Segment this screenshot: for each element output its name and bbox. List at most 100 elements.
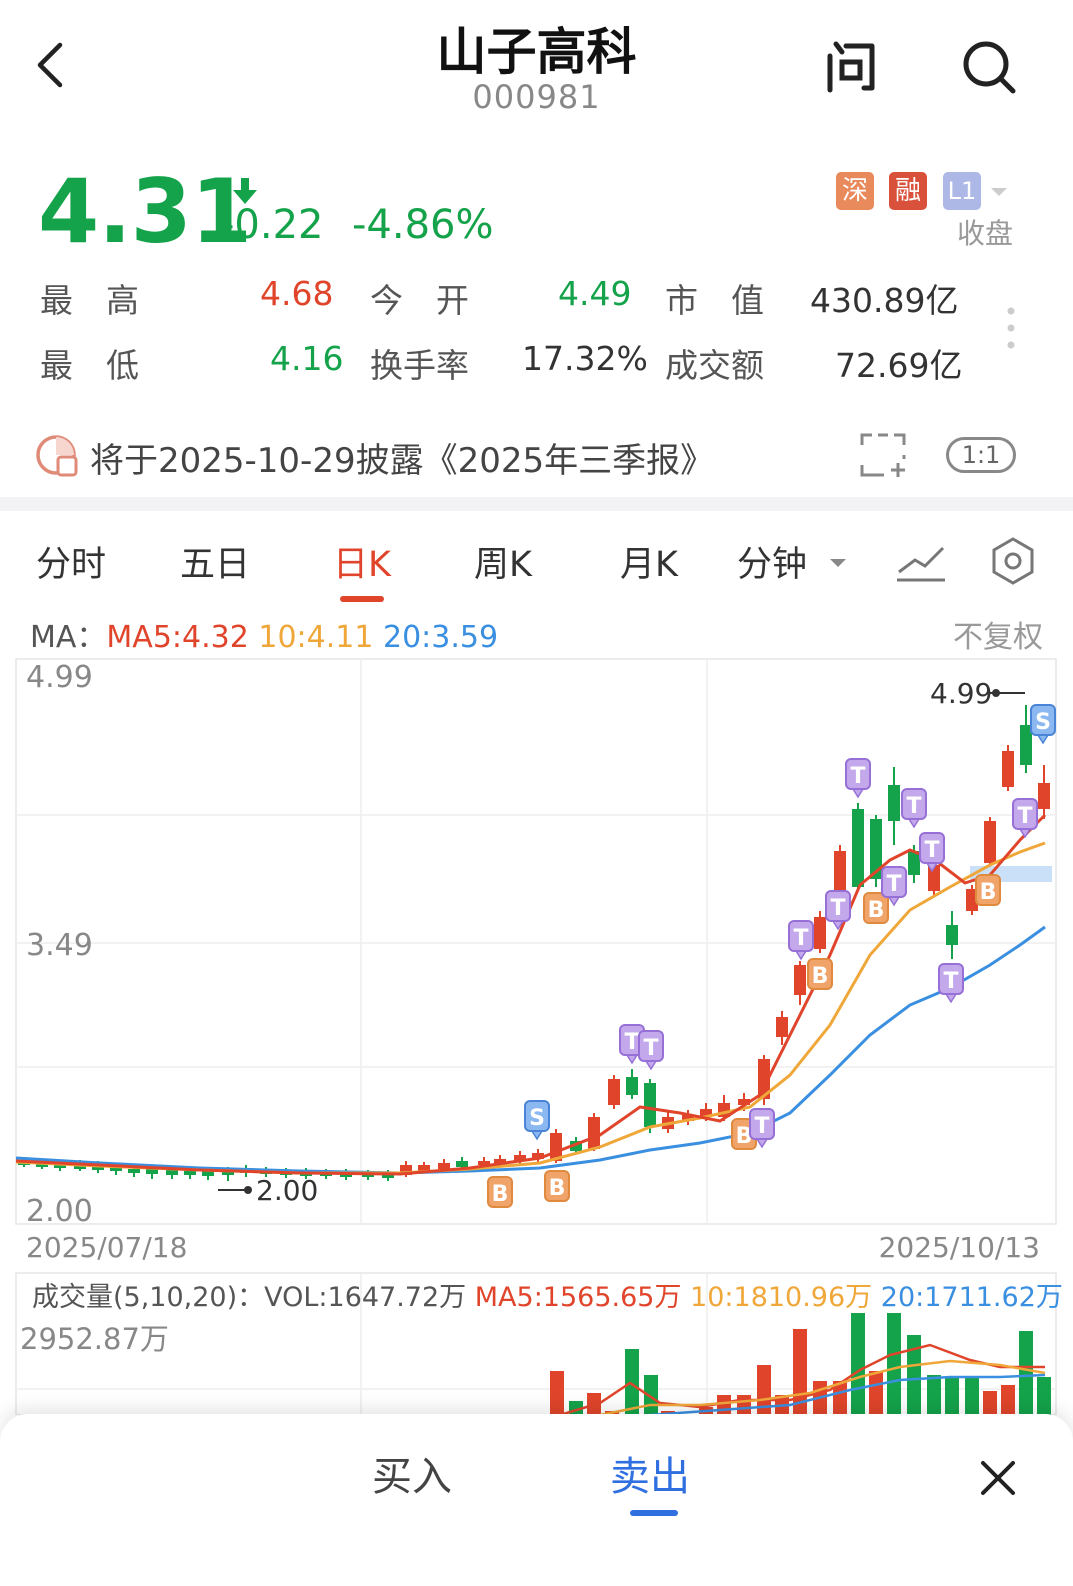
chart-tabs: 分时 五日 日K 周K 月K 分钟 bbox=[0, 520, 1073, 610]
trade-sheet: 买入 卖出 bbox=[0, 1414, 1073, 1586]
candle-body bbox=[166, 1170, 178, 1175]
section-divider bbox=[0, 497, 1073, 511]
more-dots-icon[interactable] bbox=[1004, 305, 1018, 351]
signal-label: T bbox=[643, 1036, 658, 1061]
signal-label: B bbox=[549, 1176, 566, 1201]
signal-label: B bbox=[812, 964, 829, 989]
mcap-label: 市 值 bbox=[665, 281, 764, 320]
high-label: 最 高 bbox=[40, 281, 139, 320]
volume-label: 成交量(5,10,20)： bbox=[32, 1282, 265, 1313]
candle-body bbox=[456, 1161, 468, 1167]
tab-monthly-k[interactable]: 月K bbox=[620, 536, 678, 587]
signal-label: S bbox=[529, 1106, 545, 1131]
turnover-value: 17.32% bbox=[522, 339, 648, 378]
ma-legend: MA：MA5:4.32 10:4.11 20:3.59 bbox=[30, 612, 498, 656]
ma10-value: 10:4.11 bbox=[258, 620, 374, 655]
exchange-badge[interactable]: 深 bbox=[836, 172, 874, 210]
earnings-notice[interactable]: 将于2025-10-29披露《2025年三季报》 1:1 bbox=[0, 415, 1073, 495]
volume-bar bbox=[945, 1377, 959, 1415]
candle-body bbox=[438, 1163, 450, 1169]
candle-body bbox=[608, 1079, 620, 1105]
tab-daily-k[interactable]: 日K bbox=[333, 536, 391, 587]
sell-tab[interactable]: 卖出 bbox=[610, 1444, 690, 1502]
open-label: 今 开 bbox=[370, 281, 469, 320]
tab-minute[interactable]: 分钟 bbox=[737, 536, 807, 587]
candle-body bbox=[888, 785, 900, 821]
report-icon bbox=[36, 435, 78, 477]
signal-label: T bbox=[924, 838, 939, 863]
candle-body bbox=[128, 1169, 140, 1173]
signal-label: T bbox=[850, 764, 865, 789]
signal-marker: T bbox=[1012, 798, 1038, 839]
volume-legend: 成交量(5,10,20)：VOL:1647.72万 MA5:1565.65万 1… bbox=[32, 1275, 1063, 1314]
ma20-value: 20:3.59 bbox=[382, 620, 499, 655]
signal-pointer bbox=[907, 818, 921, 829]
candle-body bbox=[814, 917, 826, 949]
volume-bar bbox=[851, 1313, 865, 1415]
chevron-down-icon[interactable] bbox=[988, 184, 1010, 200]
price-frame bbox=[15, 658, 1057, 1225]
ma20-line bbox=[15, 925, 1046, 1175]
tab-intraday[interactable]: 分时 bbox=[36, 536, 106, 587]
signal-marker: T bbox=[845, 758, 871, 799]
tab-weekly-k[interactable]: 周K bbox=[474, 536, 532, 587]
signal-label: T bbox=[1017, 804, 1032, 829]
candle-body bbox=[946, 925, 958, 945]
header: 山子高科 000981 bbox=[0, 0, 1073, 130]
signal-pointer bbox=[625, 1054, 639, 1065]
volume-bar bbox=[965, 1377, 979, 1415]
max-marker: 4.99 bbox=[930, 677, 992, 710]
tab-five-day[interactable]: 五日 bbox=[180, 536, 250, 587]
drawing-tool-icon[interactable] bbox=[895, 540, 947, 584]
sell-tab-indicator bbox=[630, 1510, 678, 1516]
ask-icon[interactable] bbox=[822, 38, 880, 96]
volume-bar bbox=[625, 1349, 639, 1415]
settings-icon[interactable] bbox=[988, 536, 1038, 586]
screenshot-icon[interactable] bbox=[858, 431, 908, 479]
volume-bar bbox=[1037, 1377, 1051, 1415]
amount-label: 成交额 bbox=[665, 346, 764, 385]
vol-ma20-value: 20:1711.62万 bbox=[880, 1282, 1063, 1313]
margin-badge[interactable]: 融 bbox=[889, 172, 927, 210]
close-icon[interactable] bbox=[978, 1458, 1018, 1498]
adjust-toggle[interactable]: 不复权 bbox=[953, 612, 1043, 656]
signal-marker: T bbox=[638, 1030, 664, 1071]
stock-name: 山子高科 bbox=[436, 23, 637, 81]
trade-signals: B BST TB TTBTTBTTTTBTS bbox=[487, 704, 1056, 1208]
signal-marker: T bbox=[788, 920, 814, 961]
signal-label: S bbox=[1035, 710, 1051, 735]
signal-pointer bbox=[944, 993, 958, 1004]
signal-marker: B bbox=[863, 892, 889, 924]
candle-body bbox=[794, 965, 806, 995]
market-status: 收盘 bbox=[956, 217, 1013, 250]
volume-bar bbox=[1001, 1385, 1015, 1415]
candle-body bbox=[1002, 751, 1014, 787]
signal-pointer bbox=[794, 950, 808, 961]
search-icon[interactable] bbox=[960, 38, 1018, 96]
volume-bar bbox=[983, 1391, 997, 1415]
price-change: -0.22 bbox=[220, 202, 324, 248]
candle-body bbox=[776, 1017, 788, 1037]
min-marker-dot bbox=[244, 1186, 252, 1194]
ratio-toggle[interactable]: 1:1 bbox=[946, 437, 1016, 473]
date-end-label: 2025/10/13 bbox=[879, 1231, 1040, 1264]
mcap-value: 430.89亿 bbox=[810, 281, 959, 320]
signal-marker: B bbox=[975, 874, 1001, 906]
candle-body bbox=[1038, 783, 1050, 809]
buy-tab[interactable]: 买入 bbox=[372, 1444, 452, 1502]
minute-dropdown-icon[interactable] bbox=[828, 556, 848, 570]
candle-body bbox=[984, 821, 996, 863]
signal-pointer bbox=[887, 896, 901, 907]
signal-marker: T bbox=[938, 963, 964, 1004]
vol-ma5-value: MA5:1565.65万 bbox=[474, 1282, 682, 1313]
amount-value: 72.69亿 bbox=[835, 346, 963, 385]
signal-marker: T bbox=[825, 890, 851, 931]
axis-bottom-label: 2.00 bbox=[26, 1194, 93, 1229]
low-label: 最 低 bbox=[40, 346, 139, 385]
volume-bar bbox=[717, 1395, 731, 1415]
axis-top-label: 4.99 bbox=[26, 660, 93, 695]
level-badge[interactable]: L1 bbox=[943, 172, 981, 210]
signal-label: B bbox=[980, 880, 997, 905]
ma5-value: MA5:4.32 bbox=[106, 620, 249, 655]
signal-pointer bbox=[851, 788, 865, 799]
